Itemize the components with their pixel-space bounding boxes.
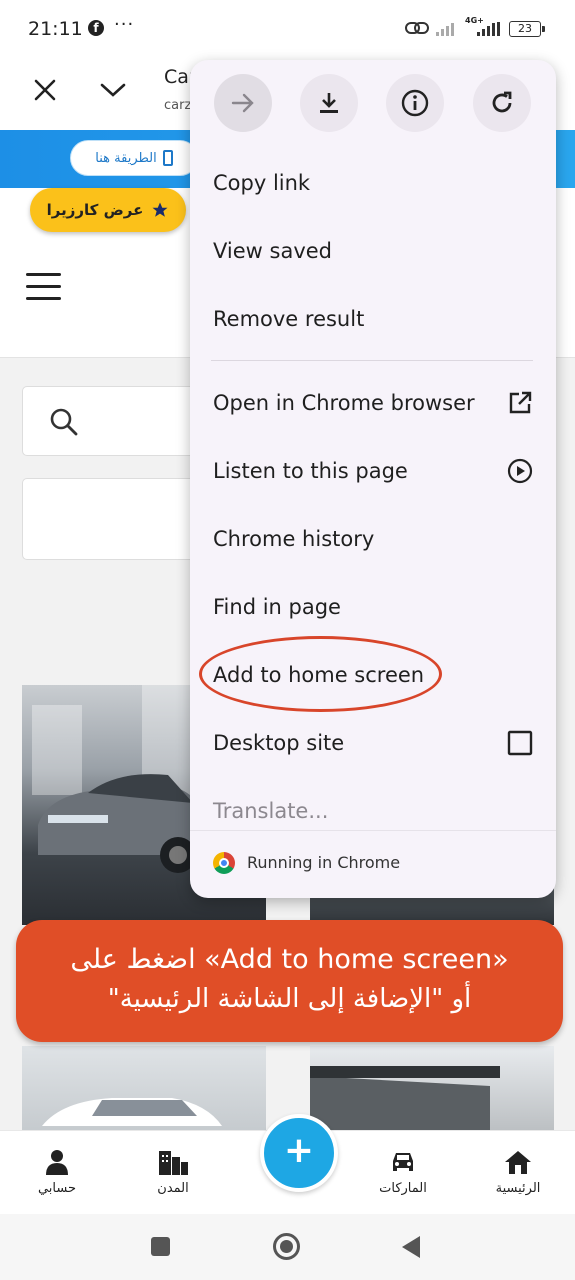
chrome-overflow-menu: Copy link View saved Remove result Open … [190,60,556,898]
page-url: carz [164,98,192,113]
arrow-forward-icon [231,93,254,113]
system-navigation-bar [0,1214,575,1280]
instruction-callout: اضغط على «Add to home screen» أو "الإضاف… [16,920,563,1042]
callout-line-2: أو "الإضافة إلى الشاشة الرئيسية" [107,984,472,1014]
nav-item-cities[interactable]: المدن [128,1149,218,1196]
car-icon [393,1153,413,1171]
more-notifications-icon: ··· [114,14,135,35]
checkbox-icon[interactable] [507,730,533,756]
menu-item-view-saved[interactable]: View saved [213,231,533,271]
cta-label: عرض كارزيرا [46,201,144,219]
cta-button[interactable]: عرض كارزيرا [30,188,186,232]
home-button[interactable] [273,1233,300,1260]
building-icon [310,1066,500,1136]
home-icon [505,1151,531,1174]
nav-item-account[interactable]: حسابي [12,1149,102,1196]
page-info-button[interactable] [386,74,444,132]
banner-pill-label: الطريقة هنا [95,150,157,166]
download-button[interactable] [300,74,358,132]
account-icon [46,1150,68,1175]
menu-footer: Running in Chrome [190,830,556,898]
star-icon [152,202,168,217]
menu-item-translate[interactable]: Translate... [213,791,533,831]
signal-strong-icon [477,22,500,36]
chevron-down-icon[interactable] [100,80,126,100]
menu-item-open-in-chrome[interactable]: Open in Chrome browser [213,383,533,423]
play-circle-icon [507,458,533,484]
add-listing-button[interactable]: + [260,1114,338,1192]
info-icon [401,89,429,117]
menu-action-row [190,74,556,134]
link-icon [405,22,429,34]
chrome-logo-icon [213,852,235,874]
nav-item-brands[interactable]: الماركات [358,1149,448,1196]
hamburger-menu-icon[interactable] [26,273,61,300]
menu-divider [211,360,533,361]
download-icon [320,93,338,113]
city-icon [159,1151,188,1175]
menu-item-desktop-site[interactable]: Desktop site [213,723,533,763]
forward-button[interactable] [214,74,272,132]
facebook-icon: f [88,20,104,36]
status-time: 21:11 [28,18,83,40]
banner-pill-button[interactable]: الطريقة هنا [70,140,198,176]
nav-item-home[interactable]: الرئيسية [473,1149,563,1196]
phone-icon [162,150,173,166]
menu-item-copy-link[interactable]: Copy link [213,163,533,203]
highlight-ring [199,636,442,712]
search-icon [50,408,78,436]
car-listing-image[interactable] [310,1046,554,1136]
car-icon [42,1098,222,1126]
battery-icon: 23 [509,21,545,37]
menu-item-listen[interactable]: Listen to this page [213,451,533,491]
status-bar: 21:11 f ··· 4G+ 23 [0,0,575,60]
car-listing-image[interactable] [22,1046,266,1136]
back-button[interactable] [402,1236,420,1258]
menu-item-history[interactable]: Chrome history [213,519,533,559]
close-icon[interactable] [33,78,57,102]
menu-item-find-in-page[interactable]: Find in page [213,587,533,627]
signal-icon [436,23,454,36]
recents-button[interactable] [151,1237,170,1256]
running-in-chrome-label: Running in Chrome [247,853,401,872]
refresh-icon [492,91,512,113]
menu-item-remove-result[interactable]: Remove result [213,299,533,339]
reload-button[interactable] [473,74,531,132]
callout-line-1: اضغط على «Add to home screen» [70,944,509,975]
open-external-icon [509,391,532,414]
